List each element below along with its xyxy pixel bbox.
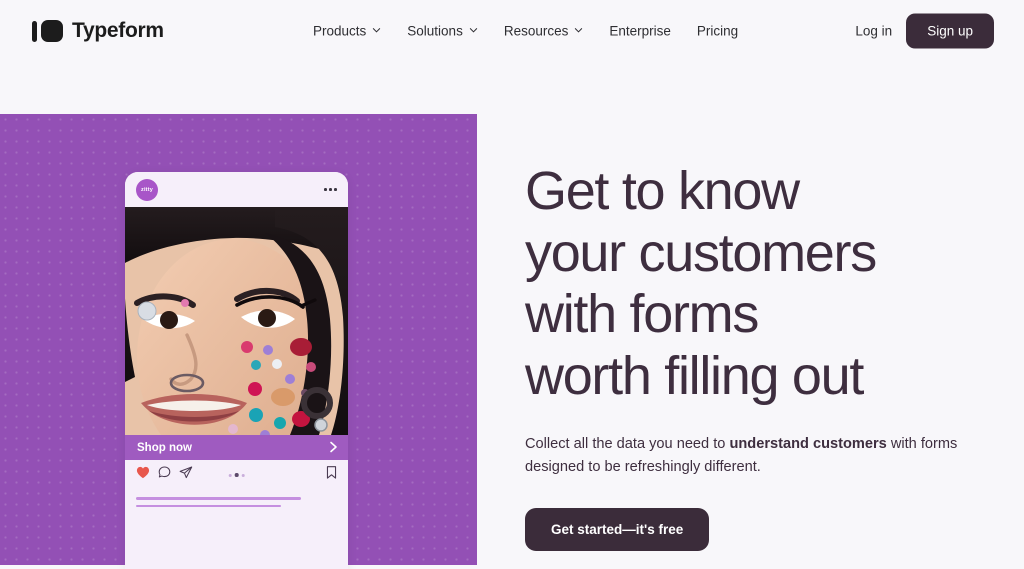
chevron-down-icon xyxy=(574,26,583,35)
headline-line-4: worth filling out xyxy=(525,345,864,406)
subtext-emphasis: understand customers xyxy=(729,436,887,453)
nav-item-pricing[interactable]: Pricing xyxy=(697,24,738,39)
social-post-card: zitty Shop now xyxy=(125,172,348,569)
landing-page: Typeform Products Solutions Resources En… xyxy=(0,0,1024,569)
login-link[interactable]: Log in xyxy=(855,24,892,39)
post-photo xyxy=(125,207,348,435)
post-actions-row xyxy=(125,460,348,490)
nav-label: Pricing xyxy=(696,23,739,39)
portrait-illustration xyxy=(125,207,348,435)
nav-label: Enterprise xyxy=(609,23,671,39)
hero-purple-panel: zitty Shop now xyxy=(0,114,477,569)
subtext-before: Collect all the data you need to xyxy=(525,436,730,453)
post-text-placeholders xyxy=(125,490,348,508)
heart-icon[interactable] xyxy=(136,466,150,484)
nav-label: Products xyxy=(313,23,367,39)
paper-plane-icon[interactable] xyxy=(179,466,193,484)
shop-now-label: Shop now xyxy=(137,441,192,454)
headline-line-3: with forms xyxy=(525,284,759,345)
post-card-header: zitty xyxy=(125,172,348,207)
three-dots-icon[interactable] xyxy=(324,188,337,191)
hero-subtext: Collect all the data you need to underst… xyxy=(525,433,975,478)
get-started-button[interactable]: Get started—it's free xyxy=(525,508,710,552)
chevron-right-icon xyxy=(329,441,338,455)
signup-button[interactable]: Sign up xyxy=(906,13,994,49)
nav-item-products[interactable]: Products xyxy=(313,24,381,39)
main-navigation: Products Solutions Resources Enterprise xyxy=(313,24,738,39)
hero-content: Get to know your customers with forms wo… xyxy=(525,114,1005,552)
header-actions: Log in Sign up xyxy=(855,13,994,49)
chevron-down-icon xyxy=(372,26,381,35)
headline-line-1: Get to know xyxy=(525,161,800,221)
nav-item-solutions[interactable]: Solutions xyxy=(407,24,478,39)
carousel-pagination xyxy=(228,473,245,477)
nav-label: Solutions xyxy=(407,23,463,39)
chevron-down-icon xyxy=(469,26,478,35)
typeform-logo-icon xyxy=(32,20,63,42)
hero-section: zitty Shop now Get to know your customer… xyxy=(0,114,1024,569)
avatar: zitty xyxy=(136,178,158,201)
shop-now-bar[interactable]: Shop now xyxy=(125,435,348,460)
comment-bubble-icon[interactable] xyxy=(158,466,171,484)
headline-line-2: your customers xyxy=(525,222,877,283)
nav-label: Resources xyxy=(503,23,569,39)
nav-item-enterprise[interactable]: Enterprise xyxy=(609,24,671,39)
brand-logo[interactable]: Typeform xyxy=(32,19,164,43)
bookmark-icon[interactable] xyxy=(326,466,337,485)
nav-item-resources[interactable]: Resources xyxy=(504,24,584,39)
brand-name: Typeform xyxy=(72,19,164,42)
page-title: Get to know your customers with forms wo… xyxy=(525,161,1005,407)
site-header: Typeform Products Solutions Resources En… xyxy=(0,0,1024,62)
